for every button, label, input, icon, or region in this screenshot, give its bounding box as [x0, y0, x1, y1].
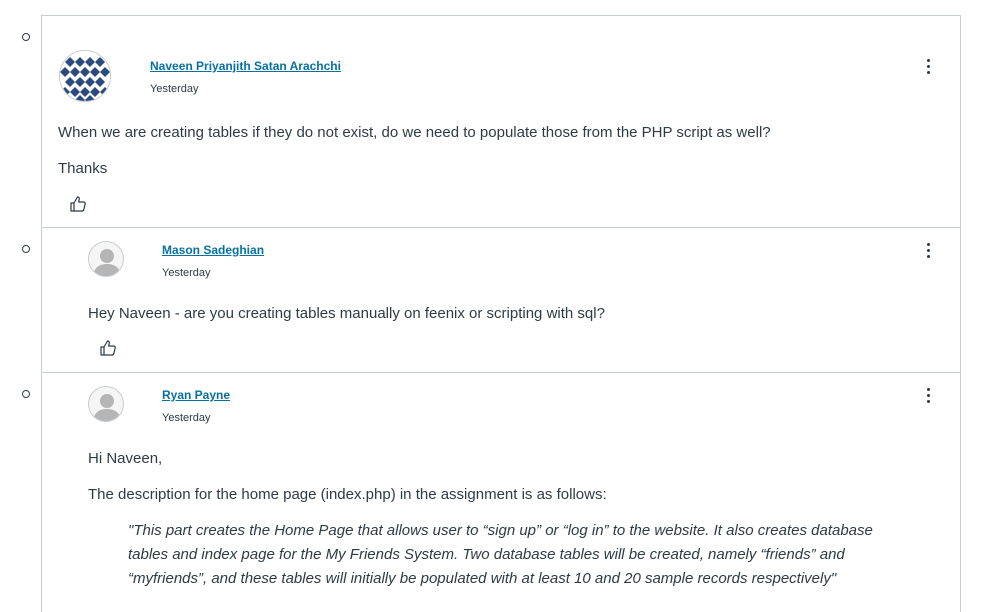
post-date: Yesterday [162, 412, 211, 424]
post-date: Yesterday [150, 83, 199, 95]
post-body-text: Hi Naveen, [88, 450, 163, 467]
post-body-text: The description for the home page (index… [88, 486, 607, 503]
blockquote-line: “myfriends”, and these tables will initi… [128, 570, 837, 587]
thread-bullet-icon [22, 245, 30, 253]
author-link[interactable]: Ryan Payne [162, 388, 230, 402]
post-body-text: Thanks [58, 160, 108, 177]
pattern-avatar-icon [60, 51, 110, 101]
post-date: Yesterday [162, 267, 211, 279]
kebab-menu-icon[interactable] [920, 385, 936, 405]
thread-bullet-icon [22, 390, 30, 398]
avatar[interactable] [88, 241, 124, 277]
blockquote-line: "This part creates the Home Page that al… [128, 522, 873, 539]
thumbs-up-icon[interactable] [68, 194, 88, 214]
author-link[interactable]: Naveen Priyanjith Satan Arachchi [150, 59, 341, 73]
thumbs-up-icon[interactable] [98, 338, 118, 358]
default-avatar-icon [93, 394, 121, 421]
blockquote-line: tables and index page for the My Friends… [128, 546, 845, 563]
default-avatar-icon [93, 249, 121, 276]
post-body-text: Hey Naveen - are you creating tables man… [88, 305, 605, 322]
thread-bullet-icon [22, 33, 30, 41]
discussion-reply: Mason Sadeghian Yesterday Hey Naveen - a… [41, 227, 961, 373]
kebab-menu-icon[interactable] [920, 56, 936, 76]
avatar[interactable] [59, 50, 111, 102]
kebab-menu-icon[interactable] [920, 240, 936, 260]
avatar[interactable] [88, 386, 124, 422]
author-link[interactable]: Mason Sadeghian [162, 243, 264, 257]
post-body-text: When we are creating tables if they do n… [58, 124, 771, 141]
discussion-entry: Naveen Priyanjith Satan Arachchi Yesterd… [41, 15, 961, 228]
discussion-reply: Ryan Payne Yesterday Hi Naveen, The desc… [41, 372, 961, 612]
